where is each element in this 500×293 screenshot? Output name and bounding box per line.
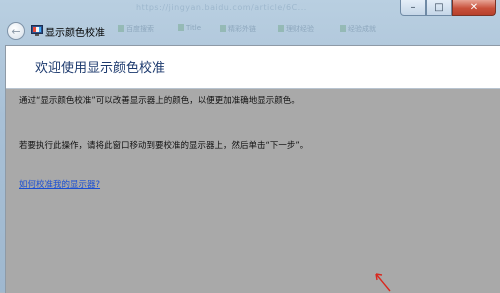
window-frame: https://jingyan.baidu.com/article/6C... … [0, 0, 500, 293]
window-title: 显示颜色校准 [45, 28, 105, 39]
page-heading: 欢迎使用显示颜色校准 [35, 61, 166, 76]
calibration-help-link[interactable]: 如何校准我的显示器? [19, 178, 100, 190]
minimize-button[interactable]: – [400, 0, 426, 16]
background-bookmark: Title [178, 24, 201, 32]
background-bookmark: 理财经验 [278, 24, 314, 34]
window-caption-buttons: – □ ✕ [400, 0, 496, 16]
instruction-paragraph: 若要执行此操作，请将此窗口移动到要校准的显示器上，然后单击“下一步”。 [19, 141, 309, 151]
intro-paragraph: 通过“显示颜色校准”可以改善显示器上的颜色，以便更加准确地显示颜色。 [19, 96, 300, 106]
back-arrow-icon: ← [11, 24, 21, 38]
maximize-button[interactable]: □ [426, 0, 452, 16]
background-bookmark: 经验成就 [340, 24, 376, 34]
background-bookmark: 精彩外链 [220, 24, 256, 34]
background-url: https://jingyan.baidu.com/article/6C... [136, 3, 307, 12]
background-browser: https://jingyan.baidu.com/article/6C... … [60, 0, 440, 40]
red-arrow-icon [375, 273, 391, 292]
header-band: 欢迎使用显示颜色校准 [6, 46, 500, 89]
back-button[interactable]: ← [7, 22, 25, 40]
close-button[interactable]: ✕ [452, 0, 496, 16]
wizard-content: 欢迎使用显示颜色校准 通过“显示颜色校准”可以改善显示器上的颜色，以便更加准确地… [5, 45, 500, 293]
display-calibration-icon [31, 25, 43, 36]
background-bookmark: 百度搜索 [118, 24, 154, 34]
